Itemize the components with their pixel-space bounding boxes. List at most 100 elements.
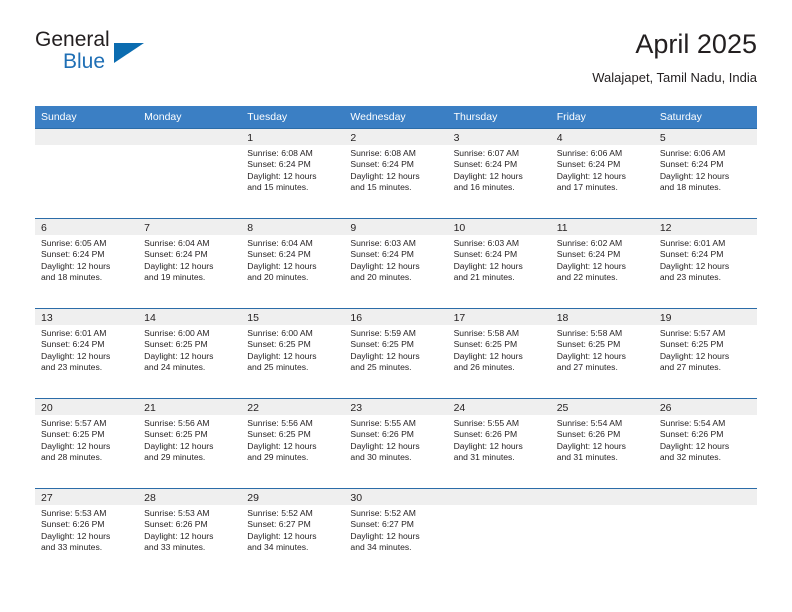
daylight-duration-line-1: Daylight: 12 hours (144, 350, 214, 361)
day-cell[interactable]: 29 Sunrise: 5:52 AM Sunset: 6:27 PM Dayligh… (241, 488, 345, 578)
day-sun-info: Sunrise: 6:01 AM Sunset: 6:24 PM Daylight:… (35, 325, 138, 374)
day-number: 22 (241, 399, 345, 415)
day-number (550, 489, 654, 505)
daylight-duration-line-2: and 25 minutes. (247, 362, 309, 373)
day-number: 4 (550, 129, 654, 145)
sunset-time: Sunset: 6:25 PM (556, 339, 621, 350)
day-cell[interactable]: 20 Sunrise: 5:57 AM Sunset: 6:25 PM Dayligh… (35, 398, 139, 489)
sunrise-time: Sunrise: 5:59 AM (350, 328, 416, 338)
day-cell[interactable]: 11 Sunrise: 6:02 AM Sunset: 6:24 PM Dayligh… (550, 218, 654, 309)
sunset-time: Sunset: 6:24 PM (41, 249, 105, 260)
day-cell[interactable]: 3 Sunrise: 6:07 AM Sunset: 6:24 PM Daylight… (447, 128, 551, 219)
day-cell[interactable]: 7 Sunrise: 6:04 AM Sunset: 6:24 PM Daylight… (138, 218, 242, 309)
day-cell[interactable]: 25 Sunrise: 5:54 AM Sunset: 6:26 PM Dayligh… (550, 398, 654, 489)
sunrise-time: Sunrise: 5:52 AM (350, 508, 416, 518)
day-sun-info (448, 505, 551, 508)
day-sun-info: Sunrise: 6:00 AM Sunset: 6:25 PM Daylight:… (138, 325, 241, 374)
weekday-header-friday: Friday (550, 106, 654, 129)
sunrise-time: Sunrise: 6:07 AM (453, 148, 520, 158)
daylight-duration-line-2: and 34 minutes. (247, 542, 309, 553)
daylight-duration-line-2: and 23 minutes. (41, 362, 103, 373)
day-cell[interactable]: 18 Sunrise: 5:58 AM Sunset: 6:25 PM Dayligh… (550, 308, 654, 399)
day-cell[interactable]: 21 Sunrise: 5:56 AM Sunset: 6:25 PM Dayligh… (138, 398, 242, 489)
daylight-duration-line-2: and 27 minutes. (659, 362, 721, 373)
day-cell[interactable]: 30 Sunrise: 5:52 AM Sunset: 6:27 PM Dayligh… (344, 488, 448, 578)
day-cell-empty (138, 128, 242, 219)
sunset-time: Sunset: 6:26 PM (659, 429, 724, 440)
daylight-duration-line-2: and 34 minutes. (350, 542, 412, 553)
daylight-duration-line-1: Daylight: 12 hours (350, 530, 420, 541)
day-cell[interactable]: 4 Sunrise: 6:06 AM Sunset: 6:24 PM Daylight… (550, 128, 654, 219)
daylight-duration-line-2: and 28 minutes. (41, 452, 103, 463)
day-sun-info: Sunrise: 5:57 AM Sunset: 6:25 PM Daylight:… (654, 325, 757, 374)
sunset-time: Sunset: 6:24 PM (556, 249, 621, 260)
day-cell-content: 19 Sunrise: 5:57 AM Sunset: 6:25 PM Dayligh… (653, 309, 757, 398)
day-cell[interactable]: 6 Sunrise: 6:05 AM Sunset: 6:24 PM Daylight… (35, 218, 139, 309)
calendar-body: 1 Sunrise: 6:08 AM Sunset: 6:24 PM Daylight… (35, 128, 757, 578)
daylight-duration-line-2: and 17 minutes. (556, 182, 618, 193)
daylight-duration-line-2: and 24 minutes. (144, 362, 206, 373)
day-cell[interactable]: 15 Sunrise: 6:00 AM Sunset: 6:25 PM Dayligh… (241, 308, 345, 399)
day-number (447, 489, 551, 505)
daylight-duration-line-2: and 31 minutes. (556, 452, 618, 463)
day-number: 20 (35, 399, 139, 415)
day-number: 16 (344, 309, 448, 325)
day-cell[interactable]: 1 Sunrise: 6:08 AM Sunset: 6:24 PM Daylight… (241, 128, 345, 219)
day-cell-content: 26 Sunrise: 5:54 AM Sunset: 6:26 PM Dayligh… (653, 399, 757, 488)
weekday-header-thursday: Thursday (447, 106, 551, 129)
day-cell[interactable]: 13 Sunrise: 6:01 AM Sunset: 6:24 PM Dayligh… (35, 308, 139, 399)
day-cell[interactable]: 22 Sunrise: 5:56 AM Sunset: 6:25 PM Dayligh… (241, 398, 345, 489)
day-cell[interactable]: 9 Sunrise: 6:03 AM Sunset: 6:24 PM Daylight… (344, 218, 448, 309)
day-cell[interactable]: 5 Sunrise: 6:06 AM Sunset: 6:24 PM Daylight… (653, 128, 757, 219)
day-number: 28 (138, 489, 242, 505)
sunset-time: Sunset: 6:25 PM (659, 339, 724, 350)
day-number: 24 (447, 399, 551, 415)
day-cell[interactable]: 12 Sunrise: 6:01 AM Sunset: 6:24 PM Dayligh… (653, 218, 757, 309)
day-cell[interactable]: 23 Sunrise: 5:55 AM Sunset: 6:26 PM Dayligh… (344, 398, 448, 489)
day-cell[interactable]: 10 Sunrise: 6:03 AM Sunset: 6:24 PM Dayligh… (447, 218, 551, 309)
sunrise-time: Sunrise: 6:03 AM (350, 238, 416, 248)
day-number: 29 (241, 489, 345, 505)
day-sun-info: Sunrise: 5:53 AM Sunset: 6:26 PM Daylight:… (35, 505, 138, 554)
day-cell[interactable]: 26 Sunrise: 5:54 AM Sunset: 6:26 PM Dayligh… (653, 398, 757, 489)
daylight-duration-line-1: Daylight: 12 hours (247, 350, 317, 361)
day-sun-info: Sunrise: 5:58 AM Sunset: 6:25 PM Daylight:… (448, 325, 551, 374)
day-cell[interactable]: 19 Sunrise: 5:57 AM Sunset: 6:25 PM Dayligh… (653, 308, 757, 399)
sunrise-time: Sunrise: 6:00 AM (247, 328, 313, 338)
daylight-duration-line-2: and 21 minutes. (453, 272, 515, 283)
day-cell-content: 21 Sunrise: 5:56 AM Sunset: 6:25 PM Dayligh… (138, 399, 242, 488)
sunrise-time: Sunrise: 5:58 AM (453, 328, 520, 338)
day-cell[interactable]: 2 Sunrise: 6:08 AM Sunset: 6:24 PM Daylight… (344, 128, 448, 219)
daylight-duration-line-1: Daylight: 12 hours (453, 170, 523, 181)
day-cell[interactable]: 17 Sunrise: 5:58 AM Sunset: 6:25 PM Dayligh… (447, 308, 551, 399)
day-cell[interactable]: 16 Sunrise: 5:59 AM Sunset: 6:25 PM Dayligh… (344, 308, 448, 399)
day-number: 19 (653, 309, 757, 325)
sunrise-time: Sunrise: 6:08 AM (350, 148, 416, 158)
day-sun-info: Sunrise: 5:56 AM Sunset: 6:25 PM Daylight:… (241, 415, 344, 464)
sunrise-time: Sunrise: 6:00 AM (144, 328, 210, 338)
day-sun-info: Sunrise: 5:57 AM Sunset: 6:25 PM Daylight:… (35, 415, 138, 464)
day-cell[interactable]: 14 Sunrise: 6:00 AM Sunset: 6:25 PM Dayligh… (138, 308, 242, 399)
day-sun-info: Sunrise: 5:56 AM Sunset: 6:25 PM Daylight:… (138, 415, 241, 464)
day-cell-content: 24 Sunrise: 5:55 AM Sunset: 6:26 PM Dayligh… (447, 399, 551, 488)
day-sun-info (551, 505, 654, 508)
day-sun-info: Sunrise: 6:03 AM Sunset: 6:24 PM Daylight:… (344, 235, 447, 284)
daylight-duration-line-1: Daylight: 12 hours (247, 260, 317, 271)
daylight-duration-line-2: and 23 minutes. (659, 272, 721, 283)
day-cell[interactable]: 27 Sunrise: 5:53 AM Sunset: 6:26 PM Dayligh… (35, 488, 139, 578)
day-cell[interactable]: 24 Sunrise: 5:55 AM Sunset: 6:26 PM Dayligh… (447, 398, 551, 489)
sunrise-time: Sunrise: 5:53 AM (41, 508, 107, 518)
day-number: 30 (344, 489, 448, 505)
day-cell-content: 7 Sunrise: 6:04 AM Sunset: 6:24 PM Daylight… (138, 219, 242, 308)
day-number: 23 (344, 399, 448, 415)
daylight-duration-line-1: Daylight: 12 hours (556, 260, 626, 271)
daylight-duration-line-1: Daylight: 12 hours (41, 350, 111, 361)
day-cell-content: 9 Sunrise: 6:03 AM Sunset: 6:24 PM Daylight… (344, 219, 448, 308)
day-cell-content: 15 Sunrise: 6:00 AM Sunset: 6:25 PM Dayligh… (241, 309, 345, 398)
daylight-duration-line-1: Daylight: 12 hours (247, 170, 317, 181)
daylight-duration-line-1: Daylight: 12 hours (556, 440, 626, 451)
day-cell[interactable]: 8 Sunrise: 6:04 AM Sunset: 6:24 PM Daylight… (241, 218, 345, 309)
sunrise-time: Sunrise: 5:56 AM (144, 418, 210, 428)
daylight-duration-line-1: Daylight: 12 hours (247, 440, 317, 451)
day-cell[interactable]: 28 Sunrise: 5:53 AM Sunset: 6:26 PM Dayligh… (138, 488, 242, 578)
